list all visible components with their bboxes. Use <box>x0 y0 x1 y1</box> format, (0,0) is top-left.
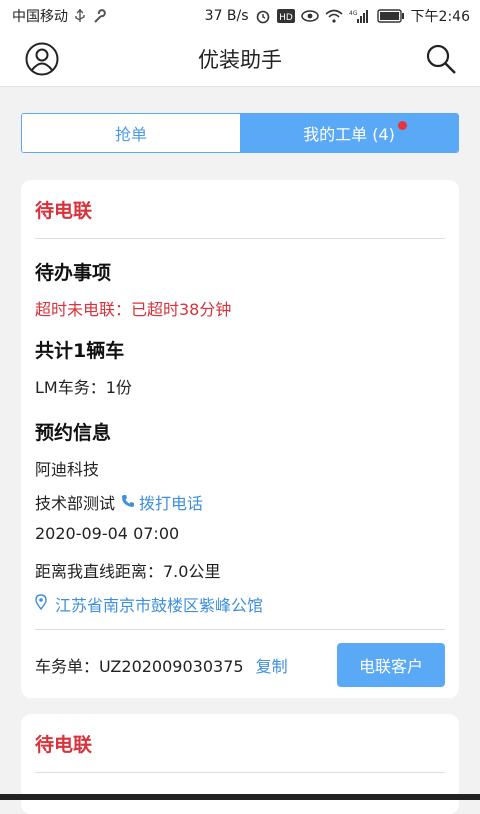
contact-row: 技术部测试 拨打电话 <box>35 490 203 514</box>
appointment-title: 预约信息 <box>35 422 112 444</box>
order-number: 车务单：UZ202009030375 <box>35 657 244 676</box>
tab-grab-orders-label: 抢单 <box>114 125 147 144</box>
company-name: 阿迪科技 <box>35 460 100 479</box>
svg-text:HD: HD <box>279 13 293 23</box>
appointment-datetime: 2020-09-04 07:00 <box>35 524 180 543</box>
wrench-icon <box>92 9 106 23</box>
distance-text: 距离我直线距离：7.0公里 <box>35 562 221 581</box>
status-bar: 中国移动 37 B/s HD 4G 下午2:46 <box>0 0 480 32</box>
search-icon[interactable] <box>424 42 458 76</box>
bottom-edge <box>0 794 480 800</box>
alarm-icon <box>255 8 271 24</box>
order-status: 待电联 <box>35 714 445 773</box>
contact-customer-button[interactable]: 电联客户 <box>337 643 445 687</box>
phone-icon <box>121 493 135 512</box>
battery-icon <box>376 9 405 23</box>
eye-icon <box>300 10 319 22</box>
copy-button[interactable]: 复制 <box>256 653 288 677</box>
address-link[interactable]: 江苏省南京市鼓楼区紫峰公馆 <box>35 592 263 616</box>
todo-title: 待办事项 <box>35 262 112 284</box>
user-icon[interactable] <box>24 41 60 77</box>
tab-my-orders[interactable]: 我的工单 (4) <box>240 114 458 152</box>
order-footer: 车务单：UZ202009030375 复制 电联客户 <box>35 643 445 687</box>
tab-grab-orders[interactable]: 抢单 <box>22 114 240 152</box>
divider <box>35 629 445 630</box>
tab-my-orders-label: 我的工单 (4) <box>303 125 395 144</box>
location-pin-icon <box>35 594 47 614</box>
notification-dot <box>398 121 407 130</box>
vehicle-detail: LM车务：1份 <box>35 378 132 397</box>
order-card: 待电联 待办事项 超时未电联：已超时38分钟 共计1辆车 LM车务：1份 预约信… <box>21 180 459 698</box>
svg-text:4G: 4G <box>349 10 358 17</box>
app-bar: 优装助手 <box>0 32 480 87</box>
overdue-text: 超时未电联：已超时38分钟 <box>35 300 232 319</box>
vehicles-title: 共计1辆车 <box>35 340 125 362</box>
order-status: 待电联 <box>35 180 445 239</box>
contact-name: 技术部测试 <box>35 494 116 513</box>
network-speed: 37 B/s <box>204 8 249 24</box>
hd-icon: HD <box>276 9 295 23</box>
carrier-label: 中国移动 <box>12 9 68 25</box>
page-title: 优装助手 <box>198 48 282 72</box>
order-tabs: 抢单 我的工单 (4) <box>21 113 459 153</box>
wifi-icon <box>325 9 343 23</box>
usb-icon <box>74 9 86 23</box>
clock-label: 下午2:46 <box>410 9 470 25</box>
address-text: 江苏省南京市鼓楼区紫峰公馆 <box>55 596 264 615</box>
call-phone-link[interactable]: 拨打电话 <box>121 490 203 514</box>
signal-icon: 4G <box>349 9 371 23</box>
call-phone-label: 拨打电话 <box>139 494 204 513</box>
